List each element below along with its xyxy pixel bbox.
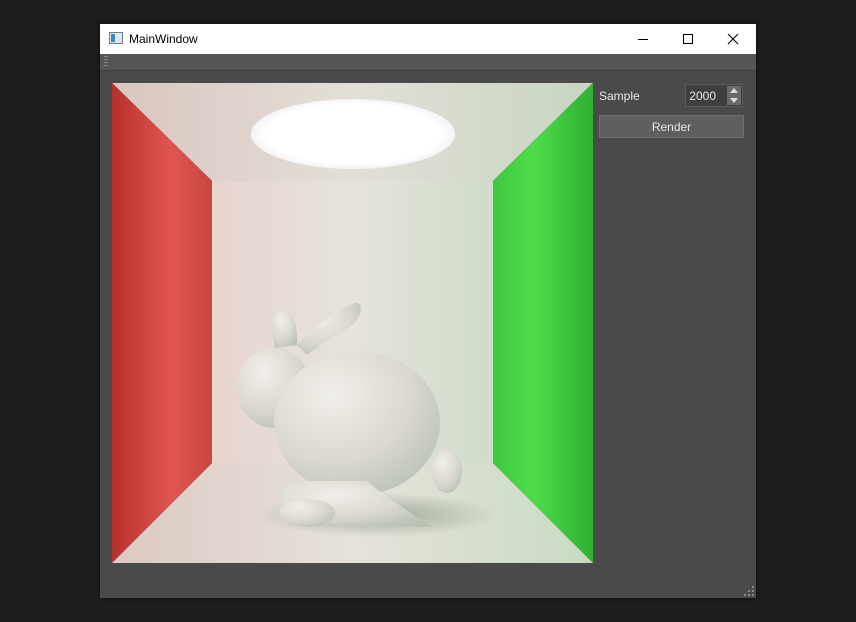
title-bar[interactable]: MainWindow bbox=[100, 24, 756, 54]
arrow-down-icon bbox=[730, 98, 738, 103]
sample-value[interactable]: 2000 bbox=[689, 89, 716, 103]
sample-label: Sample bbox=[599, 89, 640, 103]
minimize-button[interactable] bbox=[620, 24, 666, 54]
render-button[interactable]: Render bbox=[599, 115, 744, 138]
render-image bbox=[112, 83, 593, 563]
close-button[interactable] bbox=[710, 24, 756, 54]
area-light bbox=[251, 99, 455, 169]
toolbar bbox=[100, 54, 756, 71]
render-viewport bbox=[112, 83, 593, 563]
toolbar-grip[interactable] bbox=[104, 56, 108, 68]
minimize-icon bbox=[638, 39, 648, 40]
sample-spinbox[interactable]: 2000 bbox=[685, 84, 743, 107]
maximize-icon bbox=[683, 34, 693, 44]
size-grip-icon[interactable] bbox=[744, 586, 754, 596]
spin-down-button[interactable] bbox=[727, 96, 741, 105]
spin-arrows bbox=[727, 86, 741, 105]
spin-up-button[interactable] bbox=[727, 86, 741, 95]
main-window: MainWindow Sample 2000 Render bbox=[100, 24, 756, 598]
window-title: MainWindow bbox=[129, 32, 198, 46]
app-icon bbox=[109, 32, 123, 44]
close-icon bbox=[727, 33, 739, 45]
maximize-button[interactable] bbox=[665, 24, 711, 54]
arrow-up-icon bbox=[730, 88, 738, 93]
